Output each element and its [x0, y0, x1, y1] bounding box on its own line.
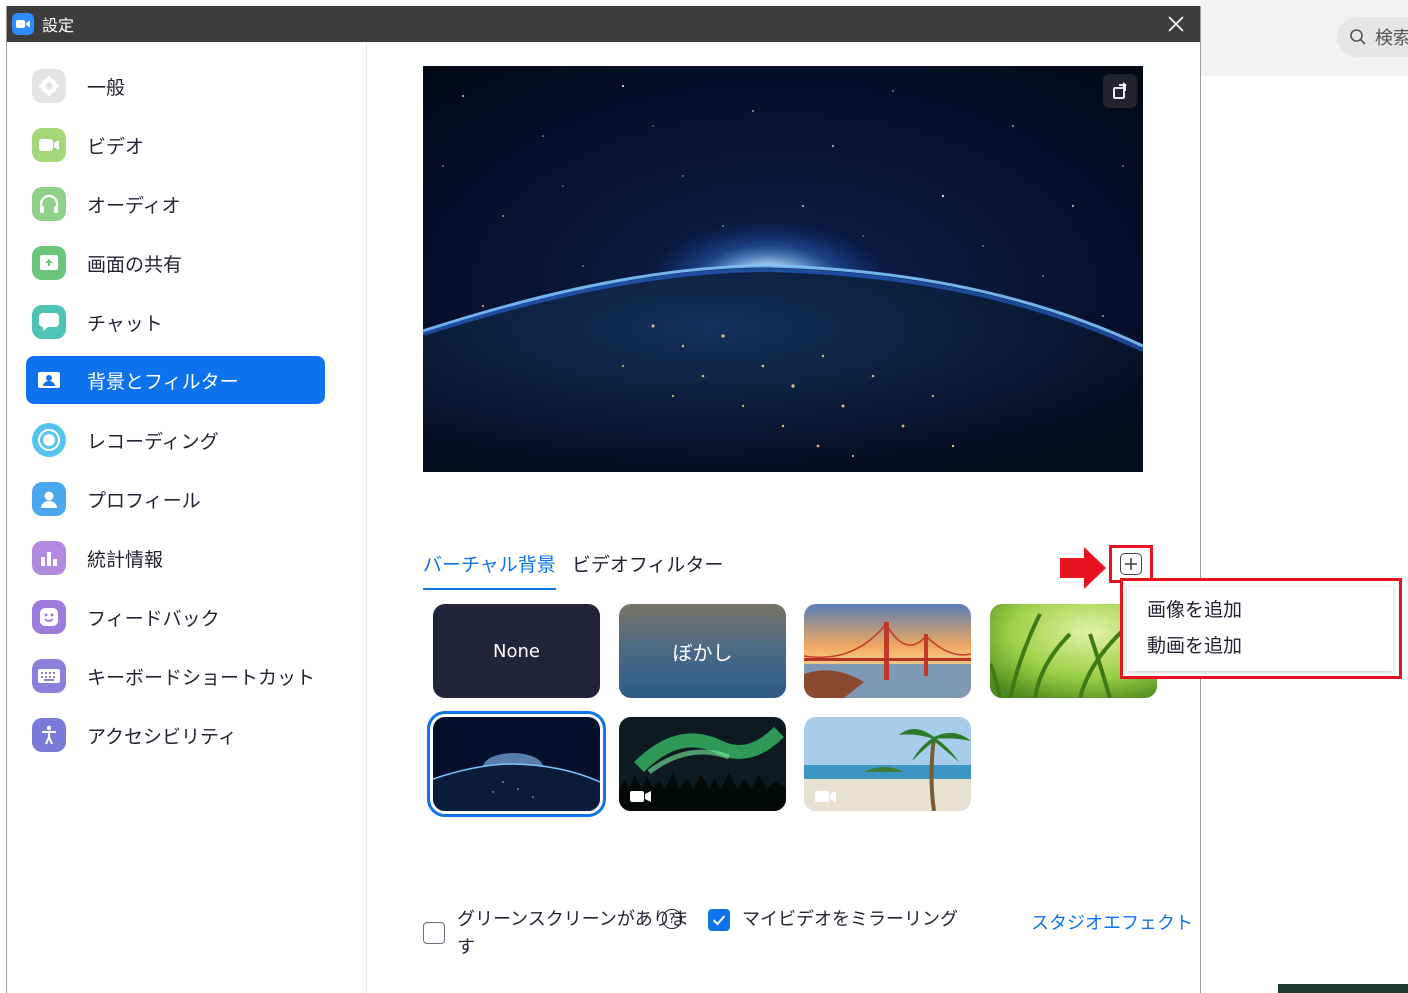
statistics-icon [32, 541, 66, 575]
add-background-button[interactable] [1120, 553, 1142, 575]
red-arrow-annotation-icon [1060, 547, 1106, 589]
rotate-icon [1113, 82, 1127, 99]
rotate-preview-button[interactable] [1103, 74, 1137, 108]
mirror-video-checkbox[interactable] [708, 909, 730, 931]
headphones-icon [32, 187, 66, 221]
title-bar: 設定 [7, 6, 1200, 42]
sidebar-item-profile[interactable]: プロフィール [26, 475, 325, 523]
sidebar-item-label: キーボードショートカット [87, 666, 316, 689]
checkmark-icon [712, 915, 726, 926]
background-search-placeholder: 検索 [1375, 28, 1408, 49]
green-screen-label: グリーンスクリーンがありま す [457, 906, 689, 962]
record-icon [32, 423, 66, 457]
sidebar-item-keyboard-shortcuts[interactable]: キーボードショートカット [26, 652, 325, 700]
sidebar-item-audio[interactable]: オーディオ [26, 180, 325, 228]
background-thumb-golden-gate[interactable] [804, 604, 971, 698]
sidebar-item-label: 画面の共有 [87, 253, 183, 276]
sidebar-item-background-filters[interactable]: 背景とフィルター [26, 356, 325, 404]
person-card-icon [32, 363, 66, 397]
sidebar-item-label: アクセシビリティ [87, 725, 237, 748]
sidebar-item-share-screen[interactable]: 画面の共有 [26, 239, 325, 287]
sidebar-item-label: チャット [87, 312, 163, 335]
sidebar-item-accessibility[interactable]: アクセシビリティ [26, 711, 325, 759]
video-camera-icon [32, 128, 66, 162]
menu-item-add-video[interactable]: 動画を追加 [1147, 631, 1242, 658]
sidebar-item-label: レコーディング [87, 430, 219, 453]
menu-item-add-image[interactable]: 画像を追加 [1147, 595, 1242, 622]
smiley-icon [32, 600, 66, 634]
tab-video-filters[interactable]: ビデオフィルター [572, 550, 724, 590]
sidebar-item-label: ビデオ [87, 135, 145, 158]
mirror-video-label: マイビデオをミラーリング [742, 909, 958, 930]
earth-space-image [423, 66, 1143, 472]
background-thumb-beach[interactable] [804, 717, 971, 811]
sidebar-item-label: 統計情報 [87, 548, 164, 571]
background-app-window: 検索 [1201, 0, 1408, 993]
golden-gate-image [804, 604, 971, 698]
window-title: 設定 [42, 16, 75, 35]
background-search-box[interactable]: 検索 [1337, 17, 1408, 57]
add-background-menu: 画像を追加 動画を追加 [1127, 587, 1393, 671]
zoom-app-icon [12, 13, 34, 35]
plus-icon [1125, 558, 1137, 570]
video-badge-icon [630, 791, 651, 802]
green-screen-checkbox[interactable] [423, 922, 445, 944]
sidebar-item-general[interactable]: 一般 [26, 62, 325, 110]
sidebar-item-feedback[interactable]: フィードバック [26, 593, 325, 641]
accessibility-icon [32, 718, 66, 752]
close-button[interactable] [1152, 6, 1200, 42]
search-icon [1350, 29, 1366, 45]
background-thumb-aurora[interactable] [619, 717, 786, 811]
video-preview [423, 66, 1143, 472]
thumb-label: ぼかし [672, 640, 733, 665]
close-icon [1168, 16, 1184, 32]
thumb-label: None [493, 640, 540, 662]
share-screen-icon [32, 246, 66, 280]
green-screen-label-line2: す [457, 937, 475, 958]
background-tabs: バーチャル背景 ビデオフィルター [423, 550, 739, 590]
earth-thumbnail-image [433, 717, 600, 811]
help-icon[interactable]: ? [662, 909, 682, 929]
sidebar-item-chat[interactable]: チャット [26, 298, 325, 346]
video-badge-icon [815, 791, 836, 802]
background-thumb-earth[interactable] [427, 711, 606, 817]
background-app-bottom-bar [1278, 984, 1408, 993]
add-menu-highlight: 画像を追加 動画を追加 [1120, 578, 1402, 679]
sidebar-item-video[interactable]: ビデオ [26, 121, 325, 169]
settings-dialog: 設定 一般 ビデオ オーディオ 画面の共有 チャット 背景とフィルター レコーデ… [6, 6, 1201, 993]
gear-icon [32, 69, 66, 103]
background-thumb-blur[interactable]: ぼかし [619, 604, 786, 698]
keyboard-icon [32, 659, 66, 693]
green-screen-label-line1: グリーンスクリーンがありま [457, 909, 689, 930]
background-thumb-none[interactable]: None [433, 604, 600, 698]
sidebar-item-recording[interactable]: レコーディング [26, 416, 325, 464]
studio-effects-link[interactable]: スタジオエフェクト [1031, 909, 1193, 935]
sidebar-item-label: フィードバック [87, 607, 220, 630]
sidebar-item-label: 背景とフィルター [87, 370, 239, 393]
sidebar-item-label: 一般 [87, 76, 126, 99]
chat-bubble-icon [32, 305, 66, 339]
settings-sidebar: 一般 ビデオ オーディオ 画面の共有 チャット 背景とフィルター レコーディング… [7, 42, 367, 993]
sidebar-item-label: プロフィール [87, 489, 201, 512]
profile-icon [32, 482, 66, 516]
background-app-topbar: 検索 [1201, 0, 1408, 76]
sidebar-item-label: オーディオ [87, 194, 181, 217]
sidebar-item-statistics[interactable]: 統計情報 [26, 534, 325, 582]
tab-virtual-background[interactable]: バーチャル背景 [423, 550, 556, 590]
